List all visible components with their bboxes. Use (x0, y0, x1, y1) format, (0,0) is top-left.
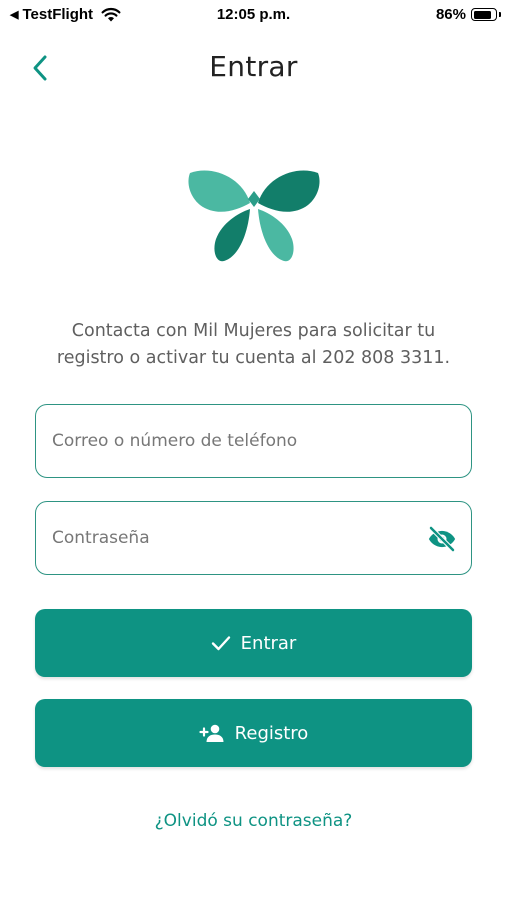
password-input[interactable] (36, 502, 471, 574)
battery-cap (498, 12, 501, 17)
email-field-container (35, 404, 472, 478)
status-bar: ◀ TestFlight 12:05 p.m. 86% (0, 0, 507, 30)
password-visibility-toggle[interactable] (427, 524, 457, 554)
battery-icon (471, 8, 501, 21)
check-icon (211, 635, 231, 651)
password-field-container (35, 501, 472, 575)
contact-info-text: Contacta con Mil Mujeres para solicitar … (30, 318, 477, 372)
forgot-password-link[interactable]: ¿Olvidó su contraseña? (0, 811, 507, 831)
status-time: 12:05 p.m. (216, 6, 291, 23)
status-battery-group: 86% (435, 6, 501, 23)
info-line-1: Contacta con Mil Mujeres para solicitar … (71, 321, 436, 341)
login-button[interactable]: Entrar (35, 609, 472, 677)
register-button-label: Registro (234, 722, 309, 744)
email-or-phone-input[interactable] (36, 405, 471, 477)
login-button-label: Entrar (240, 632, 297, 654)
butterfly-logo-icon (188, 170, 320, 262)
page-title: Entrar (209, 50, 298, 83)
battery-percent: 86% (435, 6, 466, 23)
eye-off-icon (428, 525, 456, 553)
info-line-2: registro o activar tu cuenta al 202 808 … (56, 348, 451, 368)
register-button[interactable]: Registro (35, 699, 472, 767)
app-header: Entrar (0, 40, 507, 96)
battery-level-fill (473, 10, 491, 19)
person-add-icon (199, 723, 225, 743)
